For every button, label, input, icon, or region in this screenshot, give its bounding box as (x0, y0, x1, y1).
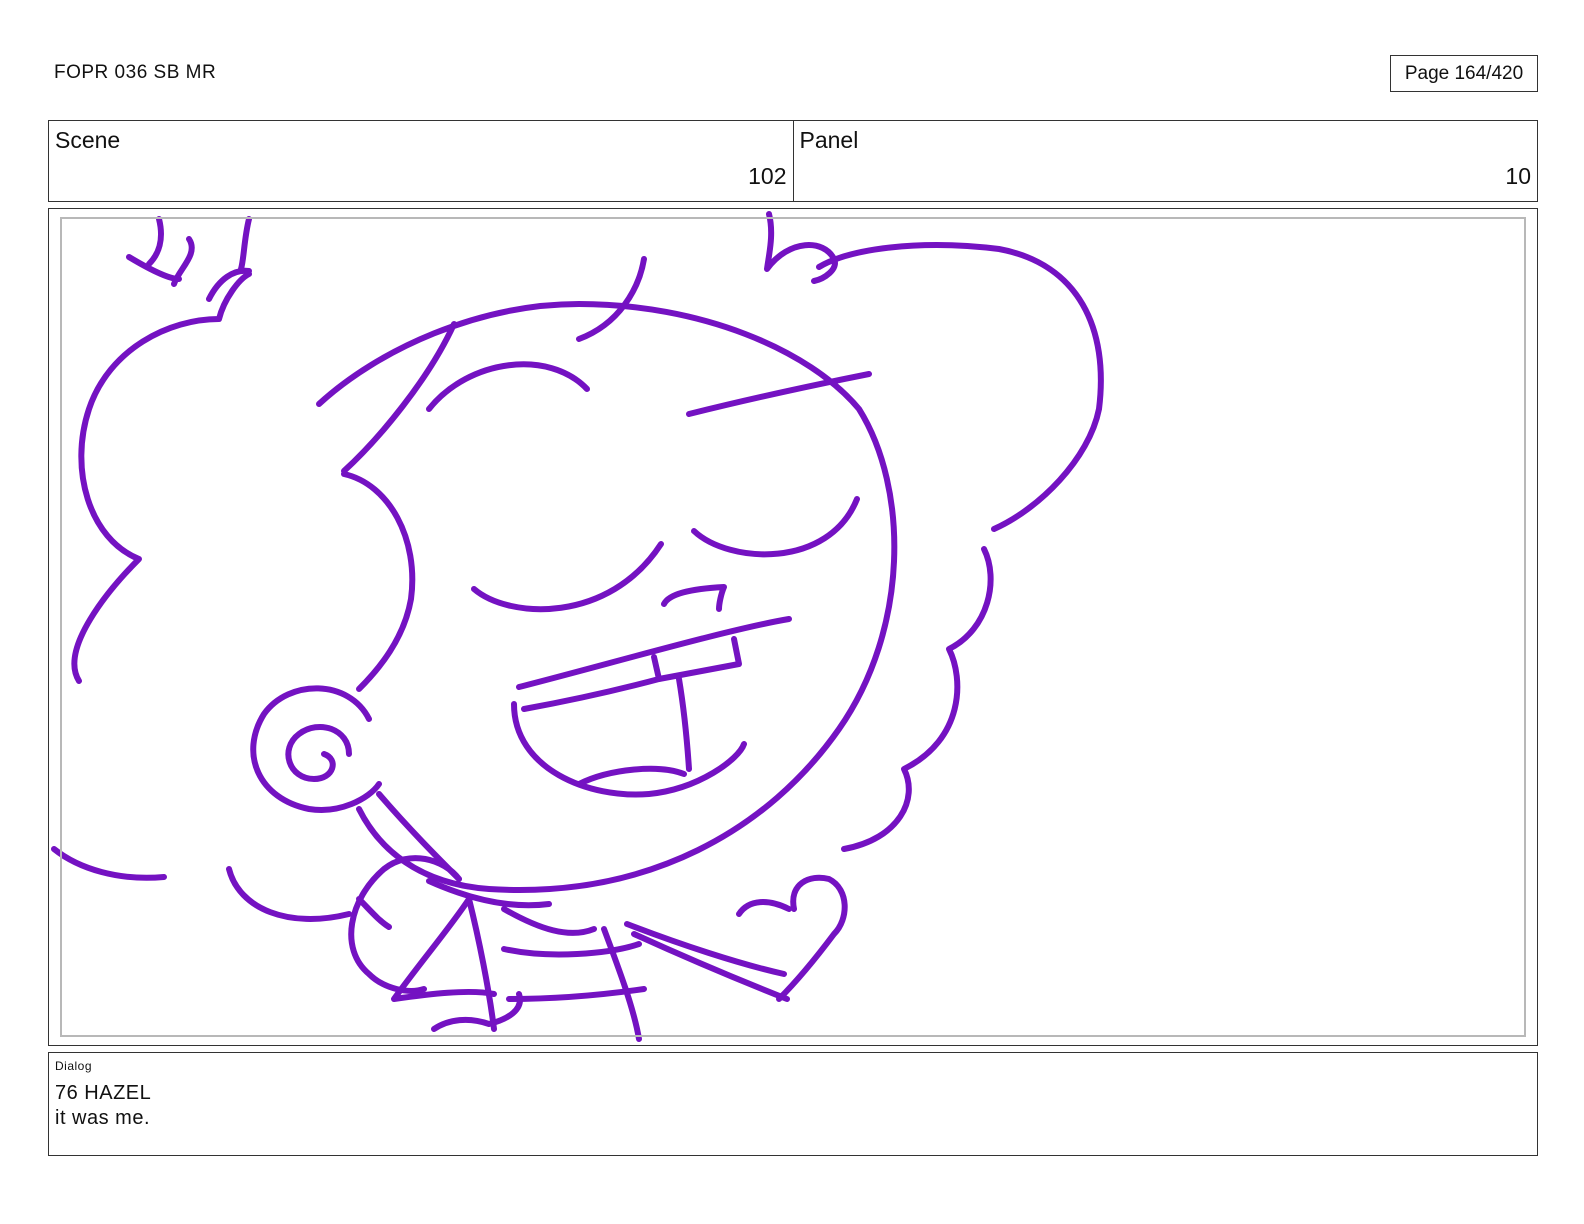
tongue (576, 765, 687, 787)
right-hand (736, 874, 848, 1002)
scene-label: Scene (55, 127, 121, 153)
character-sketch-drawing (51, 211, 1104, 1042)
dialog-text: 76 HAZEL it was me. (55, 1081, 151, 1131)
ear (250, 685, 382, 813)
left-eye-closed (471, 541, 664, 613)
dialog-line-text: it was me. (55, 1107, 151, 1129)
hair-strand-2 (576, 256, 647, 342)
bottom-left-curl (51, 846, 167, 881)
shoulder-left (226, 866, 352, 922)
hair-strand-3 (426, 361, 590, 412)
scene-panel-header: Scene 102 Panel 10 (48, 120, 1538, 202)
mouth-crease (676, 676, 692, 772)
page-number-badge: Page 164/420 (1390, 55, 1538, 92)
scene-cell: Scene 102 (49, 121, 793, 201)
storyboard-panel (48, 208, 1538, 1046)
document-title: FOPR 036 SB MR (54, 62, 217, 83)
sleeve (624, 921, 790, 1002)
dialog-line-character: 76 HAZEL (55, 1082, 152, 1104)
cheek-outline (341, 471, 416, 692)
panel-label: Panel (799, 127, 859, 153)
mouth-lower (511, 701, 747, 798)
dialog-label: Dialog (55, 1059, 93, 1073)
mouth-upper (516, 616, 792, 690)
scene-number: 102 (748, 163, 787, 189)
dialog-box: Dialog 76 HAZEL it was me. (48, 1052, 1538, 1156)
right-eye-closed (691, 496, 860, 558)
panel-cell: Panel 10 (792, 121, 1538, 201)
ear-swirl (285, 723, 352, 782)
nose (661, 584, 727, 612)
panel-number: 10 (1505, 163, 1531, 189)
face-outline (316, 301, 898, 893)
body-line-1 (466, 896, 497, 1032)
body-line-3 (501, 941, 647, 1002)
